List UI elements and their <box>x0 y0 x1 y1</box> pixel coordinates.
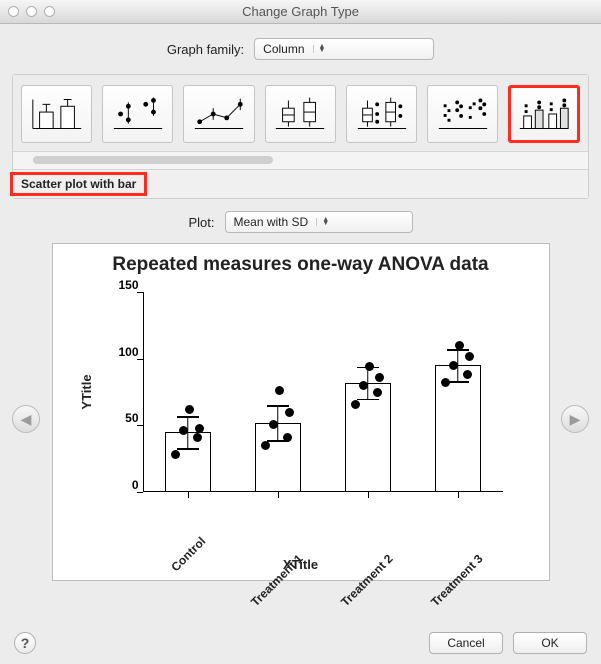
data-point <box>449 361 458 370</box>
y-tick-label: 0 <box>99 478 139 492</box>
data-point <box>365 362 374 371</box>
graph-family-select[interactable]: Column ▲▼ <box>254 38 434 60</box>
cancel-button-label: Cancel <box>447 636 484 650</box>
graph-type-scatter[interactable] <box>102 85 173 143</box>
data-point <box>351 400 360 409</box>
data-point <box>283 433 292 442</box>
bar-group <box>255 292 301 492</box>
y-tick-mark <box>137 359 143 360</box>
graph-family-value: Column <box>263 42 304 56</box>
chart-title: Repeated measures one-way ANOVA data <box>67 254 535 276</box>
x-tick-mark <box>458 492 459 498</box>
graph-family-label: Graph family: <box>167 42 244 57</box>
graph-type-scrollbar[interactable] <box>13 151 588 169</box>
plot-kind-select[interactable]: Mean with SD ▲▼ <box>225 211 413 233</box>
y-axis-label: YTitle <box>79 374 94 409</box>
ok-button-label: OK <box>541 636 558 650</box>
bar-group <box>435 292 481 492</box>
bar-group <box>345 292 391 492</box>
titlebar: Change Graph Type <box>0 0 601 24</box>
y-axis-ticks: 050100150 <box>99 285 139 499</box>
graph-type-scatter-line[interactable] <box>183 85 254 143</box>
data-point <box>261 441 270 450</box>
error-cap <box>267 405 289 407</box>
plot-area: YTitle 050100150 ControlTreatment 1Treat… <box>143 292 503 492</box>
chevron-updown-icon: ▲▼ <box>313 45 327 53</box>
chart-preview: Repeated measures one-way ANOVA data YTi… <box>52 243 550 581</box>
graph-type-scatter-with-bar[interactable] <box>508 85 580 143</box>
scroll-thumb[interactable] <box>33 156 273 164</box>
error-cap <box>177 416 199 418</box>
y-tick-label: 50 <box>99 411 139 425</box>
plot-kind-value: Mean with SD <box>234 215 309 229</box>
help-button[interactable]: ? <box>14 632 36 654</box>
data-point <box>285 408 294 417</box>
chevron-left-icon: ◀ <box>21 411 32 428</box>
y-tick-mark <box>137 292 143 293</box>
graph-type-box-scatter[interactable] <box>346 85 417 143</box>
bar-group <box>165 292 211 492</box>
data-point <box>375 373 384 382</box>
graph-type-name-row: Scatter plot with bar <box>13 169 588 198</box>
data-point <box>195 424 204 433</box>
x-tick-mark <box>368 492 369 498</box>
data-point <box>359 381 368 390</box>
data-point <box>269 420 278 429</box>
data-point <box>275 386 284 395</box>
prev-preview-button[interactable]: ◀ <box>12 405 40 433</box>
data-point <box>465 352 474 361</box>
x-tick-mark <box>188 492 189 498</box>
data-point <box>193 433 202 442</box>
y-tick-mark <box>137 425 143 426</box>
graph-type-bar[interactable] <box>21 85 92 143</box>
ok-button[interactable]: OK <box>513 632 587 654</box>
data-point <box>185 405 194 414</box>
cancel-button[interactable]: Cancel <box>429 632 503 654</box>
error-cap <box>357 399 379 401</box>
data-point <box>373 388 382 397</box>
x-tick-mark <box>278 492 279 498</box>
data-point <box>455 341 464 350</box>
dialog-footer: ? Cancel OK <box>0 632 601 654</box>
graph-type-panel: Scatter plot with bar <box>12 74 589 199</box>
chevron-updown-icon: ▲▼ <box>316 218 330 226</box>
y-tick-mark <box>137 492 143 493</box>
graph-type-column-scatter-group[interactable] <box>427 85 498 143</box>
selected-graph-type-name: Scatter plot with bar <box>10 172 147 196</box>
graph-type-box[interactable] <box>265 85 336 143</box>
chevron-right-icon: ▶ <box>570 411 581 428</box>
x-axis-label: XTitle <box>53 557 549 572</box>
window-title: Change Graph Type <box>0 4 601 19</box>
y-tick-label: 150 <box>99 278 139 292</box>
next-preview-button[interactable]: ▶ <box>561 405 589 433</box>
error-cap <box>177 448 199 450</box>
plot-kind-label: Plot: <box>188 215 214 230</box>
y-tick-label: 100 <box>99 345 139 359</box>
bars-container <box>143 292 503 492</box>
graph-type-strip <box>13 75 588 151</box>
help-icon: ? <box>21 635 30 651</box>
